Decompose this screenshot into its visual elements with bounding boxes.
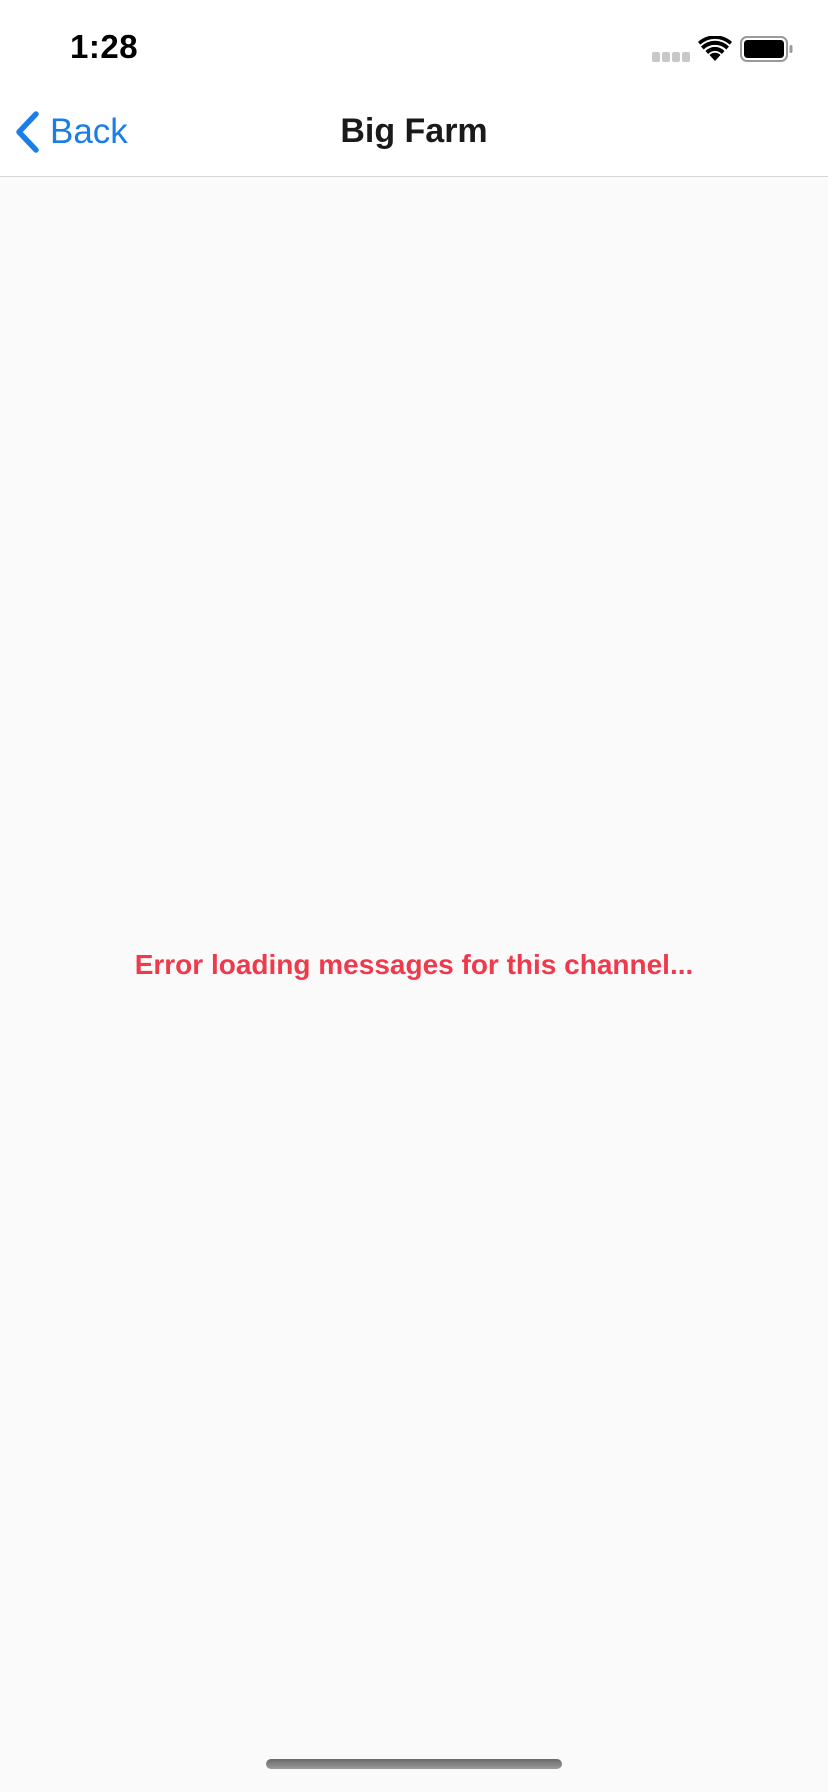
status-time: 1:28: [70, 28, 139, 65]
home-indicator[interactable]: [266, 1759, 562, 1769]
error-message: Error loading messages for this channel.…: [134, 949, 694, 980]
status-bar: 1:28: [0, 0, 828, 88]
wifi-icon: [698, 36, 732, 61]
battery-icon: [740, 36, 793, 62]
page-title: Big Farm: [340, 112, 488, 150]
app-screen: 1:28 Back Big Farm Error loading message…: [0, 0, 828, 1792]
cellular-signal-icon: [652, 52, 690, 62]
navigation-bar: Back Big Farm: [0, 88, 828, 177]
messages-area: Error loading messages for this channel.…: [0, 177, 828, 1792]
